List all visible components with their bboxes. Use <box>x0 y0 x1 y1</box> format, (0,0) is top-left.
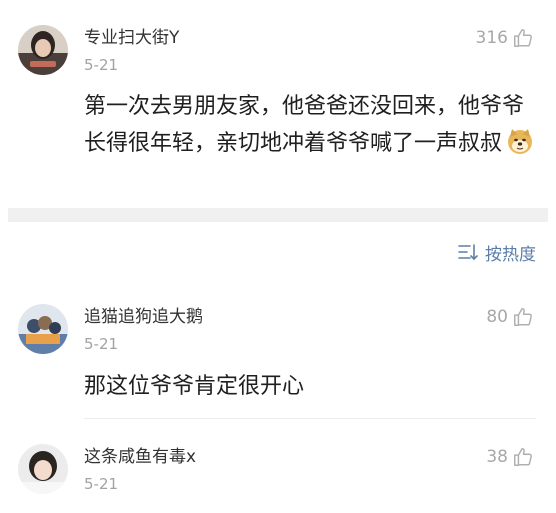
avatar[interactable] <box>18 25 68 75</box>
username[interactable]: 追猫追狗追大鹅 <box>84 307 203 327</box>
avatar[interactable] <box>18 444 68 494</box>
comment-date: 5-21 <box>84 56 119 74</box>
username[interactable]: 这条咸鱼有毒x <box>84 447 196 467</box>
section-separator <box>8 208 548 222</box>
sort-by-hot-button[interactable]: 按热度 <box>457 240 536 265</box>
avatar[interactable] <box>18 304 68 354</box>
like-button[interactable]: 38 <box>486 445 534 469</box>
like-count: 38 <box>486 447 508 467</box>
divider <box>84 418 536 419</box>
sort-label: 按热度 <box>485 244 536 265</box>
comment-date: 5-21 <box>84 335 119 353</box>
comment-text-content: 第一次去男朋友家，他爸爸还没回来，他爷爷长得很年轻，亲切地冲着爷爷喊了一声叔叔 <box>84 94 525 156</box>
like-button[interactable]: 316 <box>476 26 534 50</box>
username[interactable]: 专业扫大街Y <box>84 28 179 48</box>
thumbs-up-icon <box>514 29 532 47</box>
like-count: 80 <box>486 307 508 327</box>
thumbs-up-icon <box>514 448 532 466</box>
comment-date: 5-21 <box>84 475 119 493</box>
reply-text: 那这位爷爷肯定很开心 <box>84 374 305 399</box>
sort-icon <box>458 244 478 261</box>
like-button[interactable]: 80 <box>486 305 534 329</box>
thumbs-up-icon <box>514 308 532 326</box>
comment-text: 第一次去男朋友家，他爸爸还没回来，他爷爷长得很年轻，亲切地冲着爷爷喊了一声叔叔 <box>84 88 534 162</box>
like-count: 316 <box>475 28 508 48</box>
doge-emoji-icon <box>508 129 533 154</box>
